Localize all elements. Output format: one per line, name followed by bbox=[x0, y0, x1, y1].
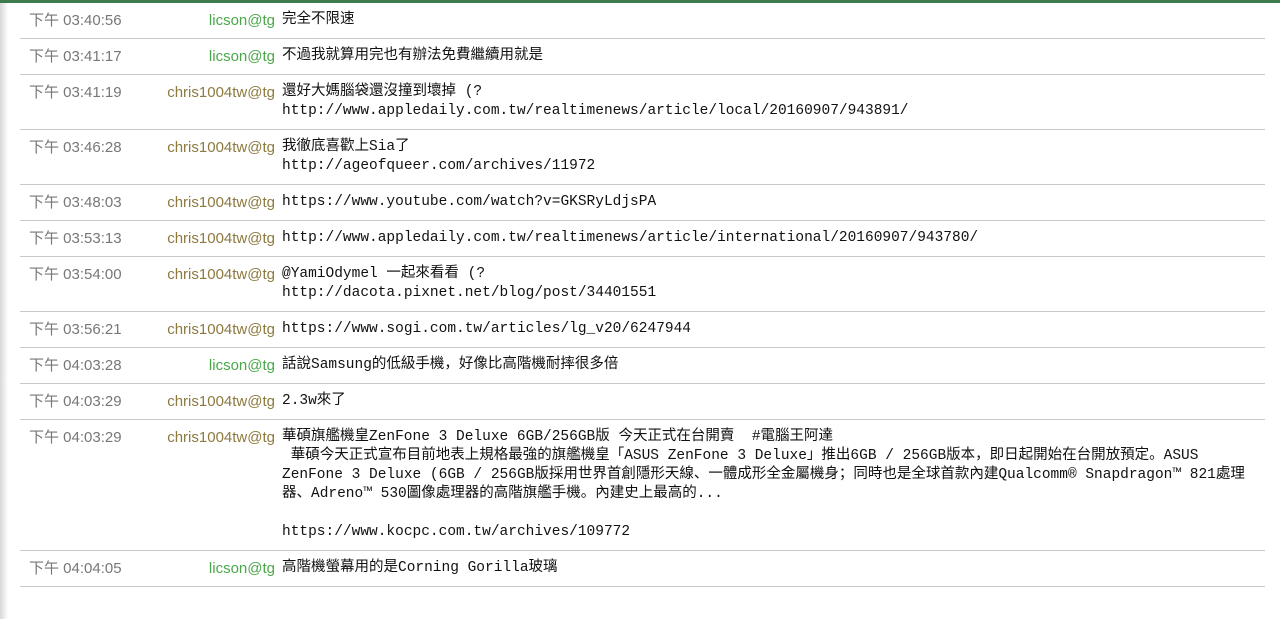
message-body: https://www.sogi.com.tw/articles/lg_v20/… bbox=[275, 320, 1265, 339]
message-time: 下午 04:03:28 bbox=[29, 357, 122, 374]
message-time: 下午 03:48:03 bbox=[29, 194, 122, 211]
message-body: 我徹底喜歡上Sia了 http://ageofqueer.com/archives… bbox=[275, 138, 1265, 176]
message-time: 下午 03:54:00 bbox=[29, 266, 122, 283]
message-body: 華碩旗艦機皇ZenFone 3 Deluxe 6GB/256GB版 今天正式在台… bbox=[275, 428, 1265, 542]
message-body: 完全不限速 bbox=[275, 11, 1265, 30]
message-body: http://www.appledaily.com.tw/realtimenew… bbox=[275, 229, 1265, 248]
message-row: 下午 04:03:29 chris1004tw@tg 華碩旗艦機皇ZenFone 3… bbox=[20, 420, 1265, 551]
message-link[interactable]: http://dacota.pixnet.net/blog/post/34401… bbox=[282, 284, 1265, 303]
message-row: 下午 03:40:56 licson@tg 完全不限速 bbox=[20, 3, 1265, 39]
message-text bbox=[282, 504, 1265, 523]
message-link[interactable]: http://ageofqueer.com/archives/11972 bbox=[282, 157, 1265, 176]
message-sender: chris1004tw@tg bbox=[167, 266, 275, 283]
message-text: 我徹底喜歡上Sia了 bbox=[282, 139, 410, 155]
message-row: 下午 03:41:19 chris1004tw@tg 還好大媽腦袋還沒撞到壞掉 (?… bbox=[20, 75, 1265, 130]
message-body: 2.3w來了 bbox=[275, 392, 1265, 411]
message-link[interactable]: https://www.sogi.com.tw/articles/lg_v20/… bbox=[282, 320, 1265, 339]
message-text: @YamiOdymel 一起來看看 (? bbox=[282, 266, 486, 282]
message-row: 下午 03:56:21 chris1004tw@tg https://www.sog… bbox=[20, 312, 1265, 348]
message-sender: chris1004tw@tg bbox=[167, 139, 275, 156]
message-sender: chris1004tw@tg bbox=[167, 393, 275, 410]
message-sender: chris1004tw@tg bbox=[167, 194, 275, 211]
window-edge bbox=[0, 3, 8, 619]
message-body: 還好大媽腦袋還沒撞到壞掉 (? http://www.appledaily.com… bbox=[275, 83, 1265, 121]
message-text: 完全不限速 bbox=[282, 12, 355, 28]
message-text: 不過我就算用完也有辦法免費繼續用就是 bbox=[282, 48, 543, 64]
message-time: 下午 03:53:13 bbox=[29, 230, 122, 247]
message-sender: licson@tg bbox=[208, 560, 275, 577]
message-link[interactable]: https://www.youtube.com/watch?v=GKSRyLdj… bbox=[282, 193, 1265, 212]
message-body: https://www.youtube.com/watch?v=GKSRyLdj… bbox=[275, 193, 1265, 212]
message-row: 下午 04:03:28 licson@tg 話說Samsung的低級手機，好像比高階… bbox=[20, 348, 1265, 384]
message-link[interactable]: https://www.kocpc.com.tw/archives/109772 bbox=[282, 523, 1265, 542]
message-row: 下午 04:04:05 licson@tg 高階機螢幕用的是Corning Gori… bbox=[20, 551, 1265, 587]
chat-log[interactable]: 下午 03:40:56 licson@tg 完全不限速下午 03:41:17 lics… bbox=[20, 3, 1265, 587]
message-text: 還好大媽腦袋還沒撞到壞掉 (? bbox=[282, 84, 483, 100]
message-time: 下午 03:41:17 bbox=[29, 48, 122, 65]
message-row: 下午 03:48:03 chris1004tw@tg https://www.you… bbox=[20, 185, 1265, 221]
message-text: 高階機螢幕用的是Corning Gorilla玻璃 bbox=[282, 560, 558, 576]
message-body: 不過我就算用完也有辦法免費繼續用就是 bbox=[275, 47, 1265, 66]
message-time: 下午 04:04:05 bbox=[29, 560, 122, 577]
message-time: 下午 04:03:29 bbox=[29, 429, 122, 446]
message-body: @YamiOdymel 一起來看看 (? http://dacota.pixnet… bbox=[275, 265, 1265, 303]
message-body: 高階機螢幕用的是Corning Gorilla玻璃 bbox=[275, 559, 1265, 578]
message-row: 下午 03:46:28 chris1004tw@tg 我徹底喜歡上Sia了 http:… bbox=[20, 130, 1265, 185]
message-row: 下午 03:41:17 licson@tg 不過我就算用完也有辦法免費繼續用就是 bbox=[20, 39, 1265, 75]
message-row: 下午 03:53:13 chris1004tw@tg http://www.appl… bbox=[20, 221, 1265, 257]
message-time: 下午 03:56:21 bbox=[29, 321, 122, 338]
message-sender: chris1004tw@tg bbox=[167, 230, 275, 247]
message-time: 下午 03:40:56 bbox=[29, 12, 122, 29]
message-text: 話說Samsung的低級手機，好像比高階機耐摔很多倍 bbox=[282, 357, 619, 373]
message-row: 下午 04:03:29 chris1004tw@tg 2.3w來了 bbox=[20, 384, 1265, 420]
message-sender: licson@tg bbox=[208, 48, 275, 65]
message-link[interactable]: http://www.appledaily.com.tw/realtimenew… bbox=[282, 102, 1265, 121]
message-sender: licson@tg bbox=[208, 12, 275, 29]
message-row: 下午 03:54:00 chris1004tw@tg @YamiOdymel 一起來… bbox=[20, 257, 1265, 312]
message-sender: chris1004tw@tg bbox=[167, 321, 275, 338]
message-sender: chris1004tw@tg bbox=[167, 429, 275, 446]
message-time: 下午 03:41:19 bbox=[29, 84, 122, 101]
message-sender: chris1004tw@tg bbox=[167, 84, 275, 101]
message-sender: licson@tg bbox=[208, 357, 275, 374]
message-body: 話說Samsung的低級手機，好像比高階機耐摔很多倍 bbox=[275, 356, 1265, 375]
message-time: 下午 04:03:29 bbox=[29, 393, 122, 410]
message-text: 華碩旗艦機皇ZenFone 3 Deluxe 6GB/256GB版 今天正式在台… bbox=[282, 429, 834, 445]
message-time: 下午 03:46:28 bbox=[29, 139, 122, 156]
message-text: 華碩今天正式宣布目前地表上規格最強的旗艦機皇「ASUS ZenFone 3 De… bbox=[282, 448, 1245, 502]
message-link[interactable]: http://www.appledaily.com.tw/realtimenew… bbox=[282, 229, 1265, 248]
message-text: 2.3w來了 bbox=[282, 393, 346, 409]
